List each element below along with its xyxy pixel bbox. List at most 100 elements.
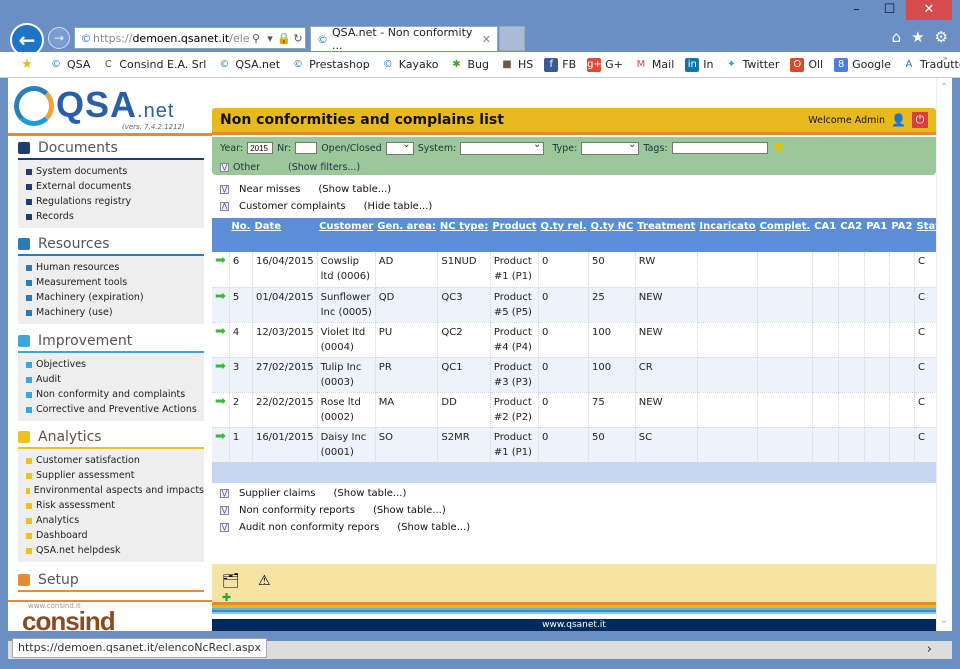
browser-tab-active[interactable]: © QSA.net - Non conformity ... ✕ [310,26,498,52]
maximize-button[interactable]: ☐ [873,0,906,20]
sidebar-item[interactable]: Dashboard [26,528,204,543]
expand-icon[interactable]: ⋁ [220,185,229,194]
open-record-button[interactable]: ➡ [212,392,230,428]
favorite-prestashop[interactable]: © Prestashop [291,58,370,72]
open-record-button[interactable]: ➡ [212,252,230,288]
address-bar[interactable]: © https://demoen.qsanet.it/ele ⚲ ▾ 🔒 ↻ [74,27,306,49]
favorite-consind-e-a-srl[interactable]: C Consind E.A. Srl [101,58,206,72]
sidebar-item[interactable]: Machinery (use) [26,305,204,320]
sidebar-item[interactable]: Supplier assessment [26,468,204,483]
address-url[interactable]: https://demoen.qsanet.it/ele [93,32,249,45]
column-header-treatment[interactable]: Treatment [635,218,698,252]
column-header-product[interactable]: Product [490,218,539,252]
open-record-button[interactable]: ➡ [212,287,230,323]
open-record-button[interactable]: ➡ [212,322,230,358]
year-input[interactable] [247,142,274,154]
sidebar-item[interactable]: Human resources [26,260,204,275]
sidebar-section-header[interactable]: Analytics [18,427,204,449]
add-new-icon[interactable]: 🗂✚ [222,573,240,604]
sidebar-section-header[interactable]: Improvement [18,331,204,353]
system-select[interactable] [460,139,545,155]
column-header-date[interactable]: Date [252,218,318,252]
toggle-table-link[interactable]: (Show table...) [334,488,407,499]
sidebar-item[interactable]: Regulations registry [26,194,204,209]
collapse-icon[interactable]: ⋀ [220,202,229,211]
show-filters-link[interactable]: (Show filters...) [288,162,360,173]
column-header-q-ty-rel[interactable]: Q.ty rel. [538,218,589,252]
favorite-fb[interactable]: f FB [544,57,576,72]
column-header-complet[interactable]: Complet. [757,218,813,252]
scroll-up-icon[interactable]: ⌃ [940,82,948,93]
tags-input[interactable] [671,142,768,154]
column-header-incaricato[interactable]: Incaricato [697,218,758,252]
sidebar-item[interactable]: Analytics [26,513,204,528]
sidebar-item[interactable]: QSA.net helpdesk [26,543,204,558]
sidebar-item[interactable]: Measurement tools [26,275,204,290]
qsa-logo[interactable]: QSA.net (vers. 7.4.2.1212) [12,82,208,132]
favorite-kayako[interactable]: © Kayako [381,58,439,72]
sidebar-item[interactable]: Non conformity and complaints [26,387,204,402]
dropdown-icon[interactable]: ▾ [263,32,277,45]
favorite-qsa-net[interactable]: © QSA.net [217,58,280,72]
sidebar-item[interactable]: External documents [26,179,204,194]
favorite-hs[interactable]: ■ HS [500,58,533,72]
home-icon[interactable]: ⌂ [892,28,902,46]
favorite-g-[interactable]: g+ G+ [587,57,623,72]
sidebar-section-header[interactable]: Documents [18,138,204,160]
column-header-no[interactable]: No. [229,218,253,252]
favorite-in[interactable]: in In [685,57,713,72]
toggle-table-link[interactable]: (Show table...) [397,522,470,533]
column-header-q-ty-nc[interactable]: Q.ty NC [588,218,636,252]
search-icon[interactable]: ⚲ [249,32,263,45]
other-toggle[interactable]: ⋁ Other [220,162,260,173]
scroll-right-icon[interactable]: › [927,642,932,657]
new-tab-button[interactable] [499,26,525,51]
add-favorite-icon[interactable]: ★ [20,57,38,72]
footer-site-link[interactable]: www.qsanet.it [212,619,936,631]
favorite-qsa[interactable]: © QSA [49,58,90,72]
open-closed-select[interactable] [385,139,414,155]
user-icon[interactable]: 👤 [891,113,906,127]
sidebar-item[interactable]: Corrective and Preventive Actions [26,402,204,417]
favorite-mail[interactable]: M Mail [634,58,675,72]
sidebar-item[interactable]: Customer satisfaction [26,453,204,468]
expand-icon[interactable]: ⋁ [220,489,229,498]
toggle-table-link[interactable]: (Hide table...) [364,201,433,212]
expand-icon[interactable]: ⋁ [220,523,229,532]
type-select[interactable] [581,139,640,155]
favorite-bug[interactable]: ✱ Bug [450,58,489,72]
lock-icon[interactable]: 🔒 [277,32,291,45]
column-header-gen-area[interactable]: Gen. area: [375,218,438,252]
favorites-star-icon[interactable]: ★ [911,28,924,46]
column-header-nc-type[interactable]: NC type: [437,218,491,252]
minimize-button[interactable]: – [840,0,873,20]
nr-input[interactable] [295,142,318,154]
forward-button[interactable]: → [48,27,70,49]
sidebar-item[interactable]: Machinery (expiration) [26,290,204,305]
favorite-twitter[interactable]: ✦ Twitter [724,58,779,72]
favorites-more-icon[interactable]: » [942,54,948,64]
sidebar-item[interactable]: Objectives [26,357,204,372]
vertical-scrollbar[interactable]: ⌃ ⌄ [936,78,952,631]
sidebar-section-header[interactable]: Setup [18,570,204,592]
column-header-customer[interactable]: Customer [317,218,376,252]
sidebar-item[interactable]: Records [26,209,204,224]
tab-close-icon[interactable]: ✕ [482,33,491,46]
sidebar-item[interactable]: Risk assessment [26,498,204,513]
scroll-down-icon[interactable]: ⌄ [940,615,948,626]
favorite-traduttore[interactable]: A Traduttore [902,58,960,72]
toggle-table-link[interactable]: (Show table...) [373,505,446,516]
sidebar-section-header[interactable]: Resources [18,234,204,256]
column-header-state[interactable]: State [914,218,936,252]
warning-report-icon[interactable]: ⚠ [258,573,276,593]
filter-funnel-icon[interactable]: ▼ [774,141,784,156]
sidebar-item[interactable]: Environmental aspects and impacts [26,483,204,498]
logout-power-icon[interactable]: ⏻ [912,112,928,128]
sidebar-item[interactable]: System documents [26,164,204,179]
open-record-button[interactable]: ➡ [212,357,230,393]
toggle-table-link[interactable]: (Show table...) [318,184,391,195]
favorite-google[interactable]: 8 Google [834,57,891,72]
consind-logo[interactable]: www.consind.it consind [8,600,212,631]
favorite-oll[interactable]: O Oll [790,57,823,72]
settings-gear-icon[interactable]: ⚙ [935,28,948,46]
